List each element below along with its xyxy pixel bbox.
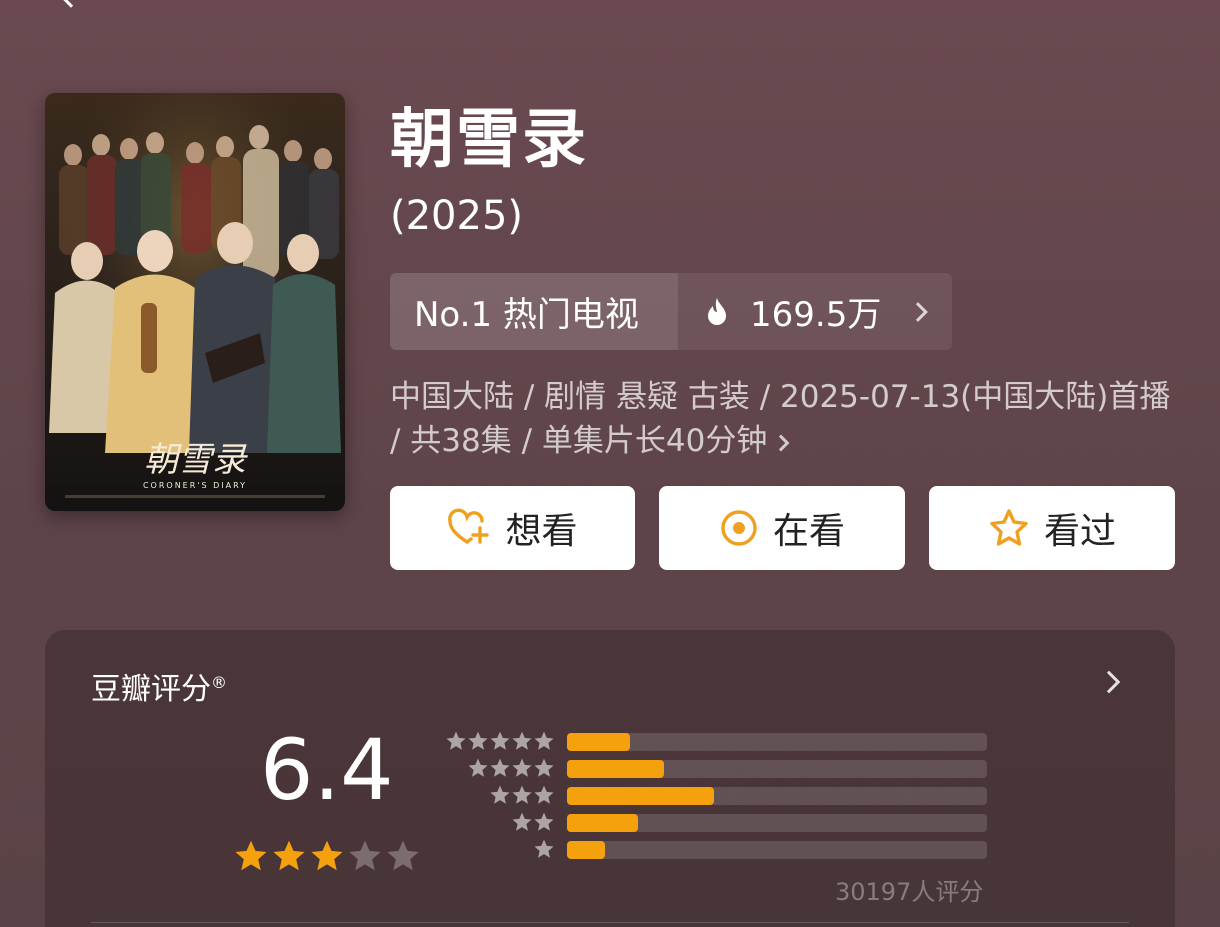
heart-plus-icon xyxy=(448,508,490,544)
rank-chip[interactable]: No.1 热门电视 169.5万 xyxy=(390,273,952,350)
chevron-right-icon[interactable] xyxy=(1097,670,1121,694)
distribution-row-3 xyxy=(445,784,990,811)
chevron-right-icon xyxy=(772,434,790,451)
star-icon xyxy=(512,758,532,777)
star-icon xyxy=(534,812,554,831)
flame-icon xyxy=(708,297,726,325)
heat-count[interactable]: 169.5万 xyxy=(678,273,952,350)
action-bar: 想看 在看 看过 xyxy=(390,486,1176,570)
score-stars xyxy=(233,838,421,874)
distribution-fill xyxy=(567,787,714,805)
divider xyxy=(91,922,1129,923)
chevron-right-icon xyxy=(908,301,929,322)
distribution-track xyxy=(567,787,987,805)
registered-mark: ® xyxy=(211,673,227,692)
want-label: 想看 xyxy=(505,511,578,552)
poster-subtitle: CORONER'S DIARY xyxy=(143,481,247,490)
poster-image[interactable]: 朝雪录 CORONER'S DIARY xyxy=(45,93,345,511)
watching-button[interactable]: 在看 xyxy=(659,486,905,570)
distribution-stars xyxy=(445,730,555,752)
rating-score: 6.4 xyxy=(260,721,394,819)
star-outline-icon xyxy=(990,509,1028,546)
star-filled-icon xyxy=(273,840,305,871)
distribution-fill xyxy=(567,733,630,751)
distribution-row-5 xyxy=(445,730,990,757)
watching-label: 在看 xyxy=(772,511,845,552)
distribution-track xyxy=(567,760,987,778)
star-icon xyxy=(512,785,532,804)
want-button[interactable]: 想看 xyxy=(390,486,635,570)
star-icon xyxy=(468,758,488,777)
watched-label: 看过 xyxy=(1043,511,1116,552)
rating-title-text: 豆瓣评分 xyxy=(91,672,211,707)
distribution-fill xyxy=(567,814,638,832)
star-icon xyxy=(490,785,510,804)
star-filled-icon xyxy=(311,840,343,871)
star-empty-icon xyxy=(349,840,381,871)
distribution-track xyxy=(567,733,987,751)
star-icon xyxy=(446,731,466,750)
meta-info[interactable]: 中国大陆 / 剧情 悬疑 古装 / 2025-07-13(中国大陆)首播 / 共… xyxy=(390,375,1180,463)
heat-value: 169.5万 xyxy=(750,295,882,335)
rating-distribution xyxy=(445,730,990,865)
watched-button[interactable]: 看过 xyxy=(929,486,1175,570)
star-icon xyxy=(534,731,554,750)
distribution-stars xyxy=(445,811,555,833)
distribution-row-4 xyxy=(445,757,990,784)
distribution-fill xyxy=(567,841,605,859)
distribution-row-2 xyxy=(445,811,990,838)
star-icon xyxy=(512,731,532,750)
distribution-stars xyxy=(445,784,555,806)
poster-logo: 朝雪录 xyxy=(144,440,248,480)
distribution-fill xyxy=(567,760,664,778)
distribution-stars xyxy=(445,838,555,860)
star-icon xyxy=(490,731,510,750)
star-icon xyxy=(468,731,488,750)
release-year: (2025) xyxy=(390,193,524,239)
rating-title: 豆瓣评分® xyxy=(91,664,227,708)
poster-artwork: 朝雪录 CORONER'S DIARY xyxy=(45,93,345,511)
vote-count: 30197人评分 xyxy=(835,878,984,906)
rating-card[interactable]: 豆瓣评分® 6.4 30197人评分 xyxy=(45,630,1175,927)
back-icon[interactable] xyxy=(58,0,84,8)
page-title: 朝雪录 xyxy=(390,103,588,177)
star-icon xyxy=(534,758,554,777)
star-filled-icon xyxy=(235,840,267,871)
star-icon xyxy=(512,812,532,831)
star-icon xyxy=(534,785,554,804)
distribution-track xyxy=(567,814,987,832)
rank-label: No.1 热门电视 xyxy=(390,273,678,350)
distribution-row-1 xyxy=(445,838,990,865)
star-icon xyxy=(490,758,510,777)
distribution-track xyxy=(567,841,987,859)
target-icon xyxy=(721,510,757,546)
star-empty-icon xyxy=(387,840,419,871)
star-icon xyxy=(534,839,554,858)
distribution-stars xyxy=(445,757,555,779)
